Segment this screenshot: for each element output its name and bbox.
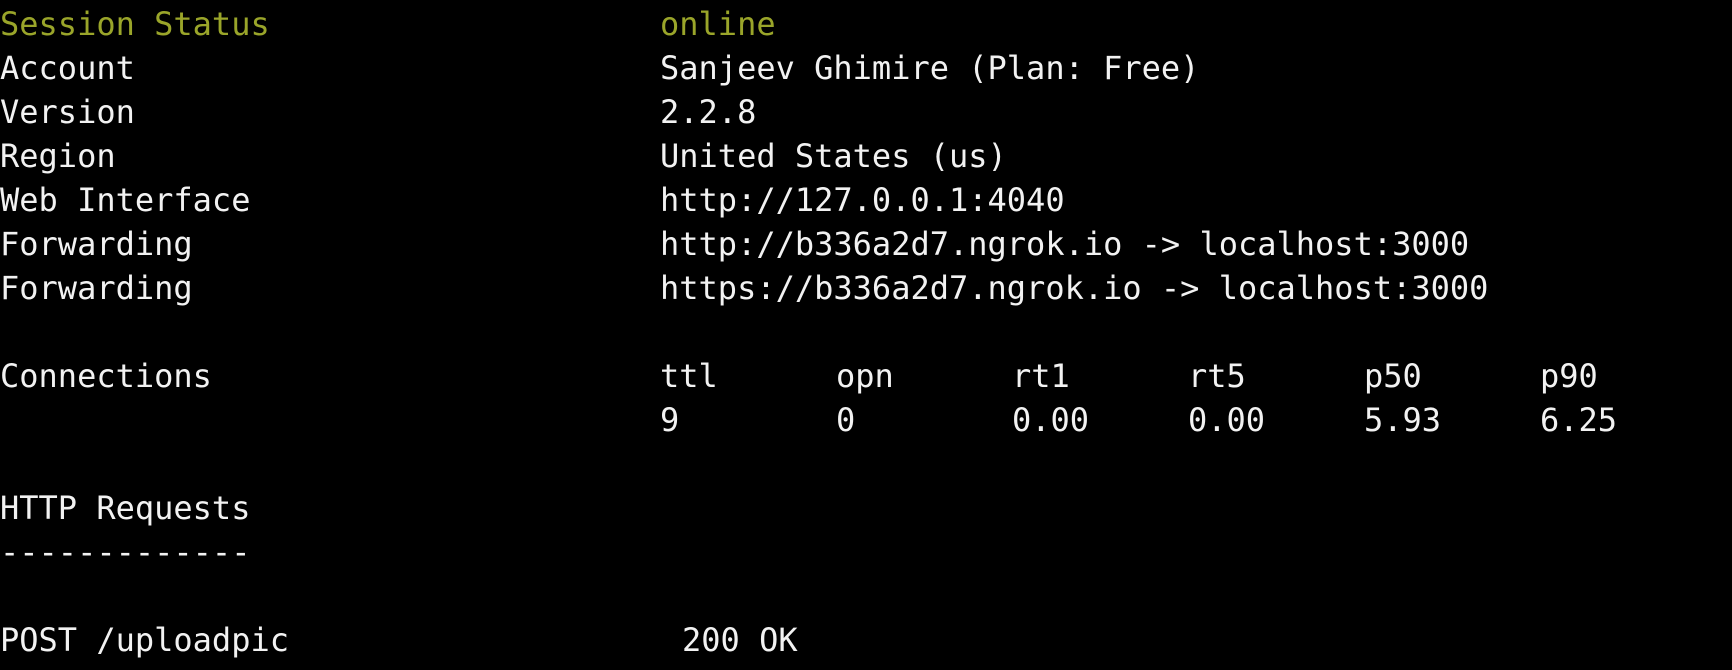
http-requests-divider: ------------- [0, 533, 251, 571]
connections-value-rt1: 0.00 [1012, 401, 1090, 439]
connections-header-rt1: rt1 [1012, 357, 1070, 395]
forwarding-label: Forwarding [0, 225, 193, 263]
request-status: 200 OK [682, 621, 798, 659]
web-interface-url[interactable]: http://127.0.0.1:4040 [660, 178, 1065, 222]
session-status-label: Session Status [0, 5, 270, 43]
version-value: 2.2.8 [660, 93, 757, 131]
connections-header-p90: p90 [1540, 357, 1598, 395]
session-status-value: online [660, 5, 776, 43]
web-interface-row: Web Interface http://127.0.0.1:4040 [0, 178, 1065, 222]
terminal-window: Session Status online Account Sanjeev Gh… [0, 0, 1732, 670]
connections-value-opn: 0 [836, 401, 856, 439]
forwarding-http-value[interactable]: http://b336a2d7.ngrok.io -> localhost:30… [660, 222, 1469, 266]
forwarding-http-row: Forwarding http://b336a2d7.ngrok.io -> l… [0, 222, 1469, 266]
connections-value-p50: 5.93 [1364, 401, 1442, 439]
http-requests-title-row: HTTP Requests [0, 486, 250, 530]
version-label: Version [0, 93, 135, 131]
connections-values-row: 9 0 0.00 0.00 5.93 6.25 [0, 398, 1617, 442]
forwarding-https-row: Forwarding https://b336a2d7.ngrok.io -> … [0, 266, 1488, 310]
forwarding-label: Forwarding [0, 269, 193, 307]
account-label: Account [0, 49, 135, 87]
version-row: Version 2.2.8 [0, 90, 756, 134]
account-value: Sanjeev Ghimire (Plan: Free) [660, 49, 1200, 87]
connections-label: Connections [0, 357, 212, 395]
connections-header-ttl: ttl [660, 357, 718, 395]
web-interface-label: Web Interface [0, 181, 251, 219]
request-row: POST /uploadpic 200 OK [0, 618, 798, 662]
connections-value-rt5: 0.00 [1188, 401, 1266, 439]
http-requests-title: HTTP Requests [0, 489, 251, 527]
connections-value-p90: 6.25 [1540, 401, 1618, 439]
region-row: Region United States (us) [0, 134, 1007, 178]
connections-header-rt5: rt5 [1188, 357, 1246, 395]
forwarding-https-value[interactable]: https://b336a2d7.ngrok.io -> localhost:3… [660, 266, 1488, 310]
region-label: Region [0, 137, 116, 175]
connections-header-row: Connections ttl opn rt1 rt5 p50 p90 [0, 354, 1598, 398]
connections-header-p50: p50 [1364, 357, 1422, 395]
account-row: Account Sanjeev Ghimire (Plan: Free) [0, 46, 1199, 90]
http-requests-divider-row: ------------- [0, 530, 250, 574]
connections-value-ttl: 9 [660, 401, 680, 439]
region-value: United States (us) [660, 137, 1007, 175]
request-method-path: POST /uploadpic [0, 621, 289, 659]
session-status-row: Session Status online [0, 2, 776, 46]
connections-header-opn: opn [836, 357, 894, 395]
